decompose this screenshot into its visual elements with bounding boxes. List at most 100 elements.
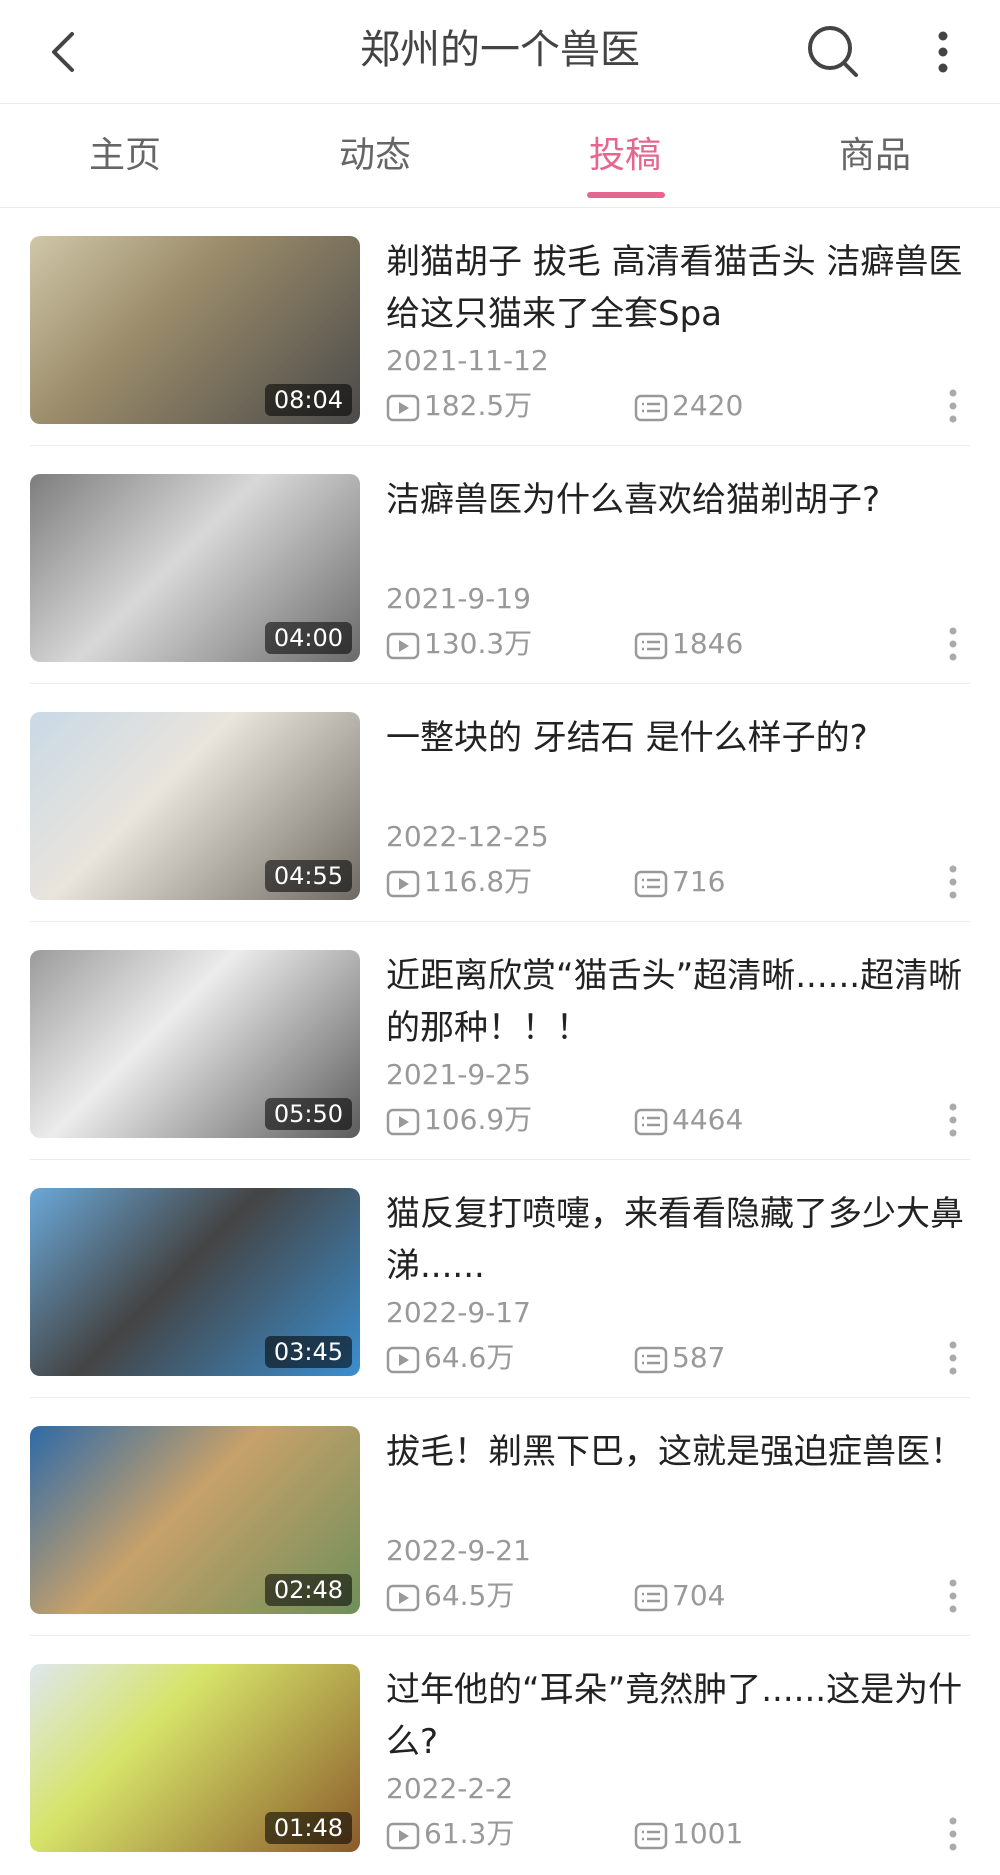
view-count: 64.5万: [386, 1576, 514, 1616]
active-tab-indicator: [587, 192, 665, 198]
tab-products[interactable]: 商品: [750, 104, 1000, 208]
tab-bar: 主页 动态 投稿 商品: [0, 104, 1000, 208]
vertical-dots-icon: [938, 31, 948, 73]
danmaku-icon: [634, 1108, 668, 1136]
vertical-dots-icon: [949, 627, 957, 661]
danmaku-icon: [634, 632, 668, 660]
video-date: 2022-9-21: [386, 1534, 531, 1567]
video-thumbnail[interactable]: 03:45: [30, 1188, 360, 1376]
video-duration: 05:50: [264, 1098, 352, 1130]
video-date: 2022-2-2: [386, 1772, 514, 1805]
video-thumbnail[interactable]: 01:48: [30, 1664, 360, 1852]
video-item[interactable]: 03:45 猫反复打喷嚏，来看看隐藏了多少大鼻涕...... 2022-9-17…: [30, 1160, 970, 1398]
comment-count-text: 1846: [672, 627, 744, 660]
video-duration: 02:48: [264, 1574, 352, 1606]
comment-count: 1001: [634, 1814, 743, 1854]
comment-count-text: 4464: [672, 1103, 744, 1136]
view-count-text: 64.5万: [424, 1579, 515, 1612]
vertical-dots-icon: [949, 1341, 957, 1375]
view-count-text: 182.5万: [424, 389, 533, 422]
item-more-button[interactable]: [938, 622, 968, 666]
play-count-icon: [386, 1108, 420, 1136]
danmaku-icon: [634, 1346, 668, 1374]
view-count: 64.6万: [386, 1338, 514, 1378]
view-count-text: 64.6万: [424, 1341, 515, 1374]
comment-count: 2420: [634, 386, 743, 426]
comment-count: 716: [634, 862, 725, 902]
video-title[interactable]: 剃猫胡子 拔毛 高清看猫舌头 洁癖兽医给这只猫来了全套Spa: [386, 236, 986, 340]
video-thumbnail[interactable]: 02:48: [30, 1426, 360, 1614]
view-count: 61.3万: [386, 1814, 514, 1854]
video-date: 2021-9-25: [386, 1058, 531, 1091]
danmaku-icon: [634, 1822, 668, 1850]
comment-count: 1846: [634, 624, 743, 664]
view-count-text: 61.3万: [424, 1817, 515, 1850]
comment-count-text: 716: [672, 865, 726, 898]
video-title[interactable]: 过年他的“耳朵”竟然肿了......这是为什么?: [386, 1664, 986, 1768]
vertical-dots-icon: [949, 389, 957, 423]
video-title[interactable]: 近距离欣赏“猫舌头”超清晰......超清晰的那种！！！: [386, 950, 986, 1054]
video-date: 2022-12-25: [386, 820, 549, 853]
view-count: 106.9万: [386, 1100, 532, 1140]
play-count-icon: [386, 870, 420, 898]
danmaku-icon: [634, 1584, 668, 1612]
play-count-icon: [386, 1346, 420, 1374]
video-list: 08:04 剃猫胡子 拔毛 高清看猫舌头 洁癖兽医给这只猫来了全套Spa 202…: [0, 208, 1000, 1874]
danmaku-icon: [634, 870, 668, 898]
search-icon: [808, 26, 858, 77]
view-count: 130.3万: [386, 624, 532, 664]
vertical-dots-icon: [949, 1103, 957, 1137]
video-item[interactable]: 08:04 剃猫胡子 拔毛 高清看猫舌头 洁癖兽医给这只猫来了全套Spa 202…: [30, 208, 970, 446]
play-count-icon: [386, 394, 420, 422]
item-more-button[interactable]: [938, 860, 968, 904]
video-duration: 03:45: [264, 1336, 352, 1368]
video-thumbnail[interactable]: 04:55: [30, 712, 360, 900]
top-bar: 郑州的一个兽医: [0, 0, 1000, 104]
video-duration: 08:04: [264, 384, 352, 416]
video-thumbnail[interactable]: 05:50: [30, 950, 360, 1138]
vertical-dots-icon: [949, 865, 957, 899]
danmaku-icon: [634, 394, 668, 422]
video-date: 2022-9-17: [386, 1296, 531, 1329]
view-count: 116.8万: [386, 862, 532, 902]
video-date: 2021-11-12: [386, 344, 549, 377]
vertical-dots-icon: [949, 1579, 957, 1613]
tab-home[interactable]: 主页: [0, 104, 250, 208]
item-more-button[interactable]: [938, 384, 968, 428]
tab-dynamics[interactable]: 动态: [250, 104, 500, 208]
comment-count-text: 587: [672, 1341, 726, 1374]
video-thumbnail[interactable]: 04:00: [30, 474, 360, 662]
video-item[interactable]: 05:50 近距离欣赏“猫舌头”超清晰......超清晰的那种！！！ 2021-…: [30, 922, 970, 1160]
video-title[interactable]: 洁癖兽医为什么喜欢给猫剃胡子?: [386, 474, 986, 526]
vertical-dots-icon: [949, 1817, 957, 1851]
view-count-text: 116.8万: [424, 865, 533, 898]
more-options-button[interactable]: [918, 18, 968, 86]
comment-count: 587: [634, 1338, 725, 1378]
play-count-icon: [386, 1584, 420, 1612]
view-count-text: 106.9万: [424, 1103, 533, 1136]
comment-count: 704: [634, 1576, 725, 1616]
play-count-icon: [386, 632, 420, 660]
video-title[interactable]: 猫反复打喷嚏，来看看隐藏了多少大鼻涕......: [386, 1188, 986, 1292]
video-thumbnail[interactable]: 08:04: [30, 236, 360, 424]
video-item[interactable]: 04:55 一整块的 牙结石 是什么样子的? 2022-12-25 116.8万…: [30, 684, 970, 922]
video-title[interactable]: 一整块的 牙结石 是什么样子的?: [386, 712, 986, 764]
comment-count-text: 704: [672, 1579, 726, 1612]
comment-count-text: 1001: [672, 1817, 744, 1850]
search-button[interactable]: [800, 18, 868, 86]
video-item[interactable]: 01:48 过年他的“耳朵”竟然肿了......这是为什么? 2022-2-2 …: [30, 1636, 970, 1874]
video-duration: 01:48: [264, 1812, 352, 1844]
comment-count-text: 2420: [672, 389, 744, 422]
item-more-button[interactable]: [938, 1574, 968, 1618]
item-more-button[interactable]: [938, 1812, 968, 1856]
video-duration: 04:55: [264, 860, 352, 892]
item-more-button[interactable]: [938, 1098, 968, 1142]
video-duration: 04:00: [264, 622, 352, 654]
play-count-icon: [386, 1822, 420, 1850]
video-title[interactable]: 拔毛！剃黑下巴，这就是强迫症兽医！: [386, 1426, 986, 1478]
video-item[interactable]: 04:00 洁癖兽医为什么喜欢给猫剃胡子? 2021-9-19 130.3万 1…: [30, 446, 970, 684]
comment-count: 4464: [634, 1100, 743, 1140]
item-more-button[interactable]: [938, 1336, 968, 1380]
video-item[interactable]: 02:48 拔毛！剃黑下巴，这就是强迫症兽医！ 2022-9-21 64.5万 …: [30, 1398, 970, 1636]
video-date: 2021-9-19: [386, 582, 531, 615]
